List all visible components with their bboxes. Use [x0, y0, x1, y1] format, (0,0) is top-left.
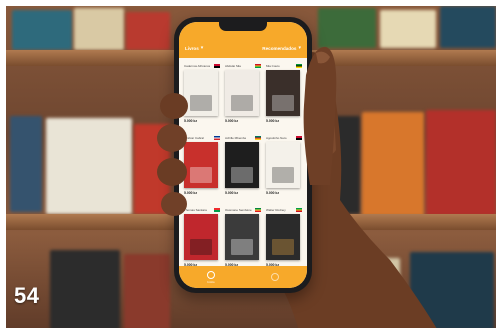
book-card[interactable]: Ousmane Sembène 5.000 kz — [225, 206, 261, 272]
book-card[interactable]: Thomas Sankara 5.000 kz — [184, 206, 220, 272]
bottom-tab-bar: Início — [179, 266, 307, 288]
book-author: Cadernos Africanos — [184, 63, 211, 68]
book-grid: Cadernos Africanos 5.000 kz Abdulai Sila 5.… — [184, 62, 302, 272]
fingers — [157, 93, 188, 216]
book-card[interactable]: Abdulai Sila 5.000 kz — [225, 62, 261, 128]
tab-home-label: Início — [207, 279, 215, 284]
book-price: 5.000 kz — [225, 119, 239, 123]
phone-notch — [219, 22, 267, 31]
cover-artwork — [272, 95, 294, 111]
phone-screen: Livros ▾ Recomendados ▾ Cadernos African… — [179, 22, 307, 288]
book-card-header: Achille Mbembe — [225, 134, 261, 141]
country-flag-icon — [255, 63, 261, 68]
chevron-down-icon: ▾ — [200, 45, 204, 51]
country-flag-icon — [214, 135, 220, 140]
book-author: Abdulai Sila — [225, 63, 241, 68]
book-author: Mia Couto — [266, 63, 280, 68]
book-card[interactable]: Walter Rodney 5.000 kz — [266, 206, 302, 272]
country-flag-icon — [214, 63, 220, 68]
book-card-header: Thomas Sankara — [184, 206, 220, 213]
book-cover[interactable] — [266, 70, 300, 116]
book-price: 5.000 kz — [225, 191, 239, 195]
book-cover[interactable] — [225, 214, 259, 260]
book-price: 5.000 kz — [266, 119, 280, 123]
cover-artwork — [190, 95, 212, 111]
book-cover[interactable] — [184, 70, 218, 116]
book-cover[interactable] — [266, 214, 300, 260]
book-author: Ousmane Sembène — [225, 207, 252, 212]
book-cover[interactable] — [184, 214, 218, 260]
book-card-header: Amílcar Cabral — [184, 134, 220, 141]
book-cover[interactable] — [225, 70, 259, 116]
book-cover[interactable] — [184, 142, 218, 188]
book-price: 5.000 kz — [266, 191, 280, 195]
book-author: Achille Mbembe — [225, 135, 247, 140]
menu-icon — [271, 272, 279, 281]
book-card-header: Abdulai Sila — [225, 62, 261, 69]
book-author: Agostinho Neto — [266, 135, 287, 140]
country-flag-icon — [255, 135, 261, 140]
cover-artwork — [231, 167, 253, 183]
book-card-header: Cadernos Africanos — [184, 62, 220, 69]
category-dropdown[interactable]: Livros ▾ — [185, 45, 203, 51]
book-card-header: Walter Rodney — [266, 206, 302, 213]
tab-secondary[interactable] — [271, 272, 279, 282]
book-card[interactable]: Achille Mbembe 5.000 kz — [225, 134, 261, 200]
cover-artwork — [272, 239, 294, 255]
book-card[interactable]: Cadernos Africanos 5.000 kz — [184, 62, 220, 128]
slide-number-badge: 54 — [14, 283, 40, 308]
country-flag-icon — [255, 207, 261, 212]
country-flag-icon — [296, 207, 302, 212]
country-flag-icon — [214, 207, 220, 212]
cover-artwork — [190, 167, 212, 183]
cover-artwork — [231, 95, 253, 111]
cover-artwork — [190, 239, 212, 255]
photo-scene: Livros ▾ Recomendados ▾ Cadernos African… — [0, 0, 502, 334]
book-card-header: Ousmane Sembène — [225, 206, 261, 213]
sort-dropdown-label: Recomendados — [262, 45, 297, 51]
category-dropdown-label: Livros — [185, 45, 199, 51]
thumb — [303, 46, 337, 185]
cover-artwork — [272, 167, 294, 183]
cover-artwork — [231, 239, 253, 255]
tab-home[interactable]: Início — [207, 270, 215, 284]
home-icon — [207, 270, 215, 279]
book-cover[interactable] — [266, 142, 300, 188]
book-cover[interactable] — [225, 142, 259, 188]
book-author: Walter Rodney — [266, 207, 286, 212]
book-card[interactable]: Amílcar Cabral 5.000 kz — [184, 134, 220, 200]
smartphone: Livros ▾ Recomendados ▾ Cadernos African… — [174, 17, 312, 293]
